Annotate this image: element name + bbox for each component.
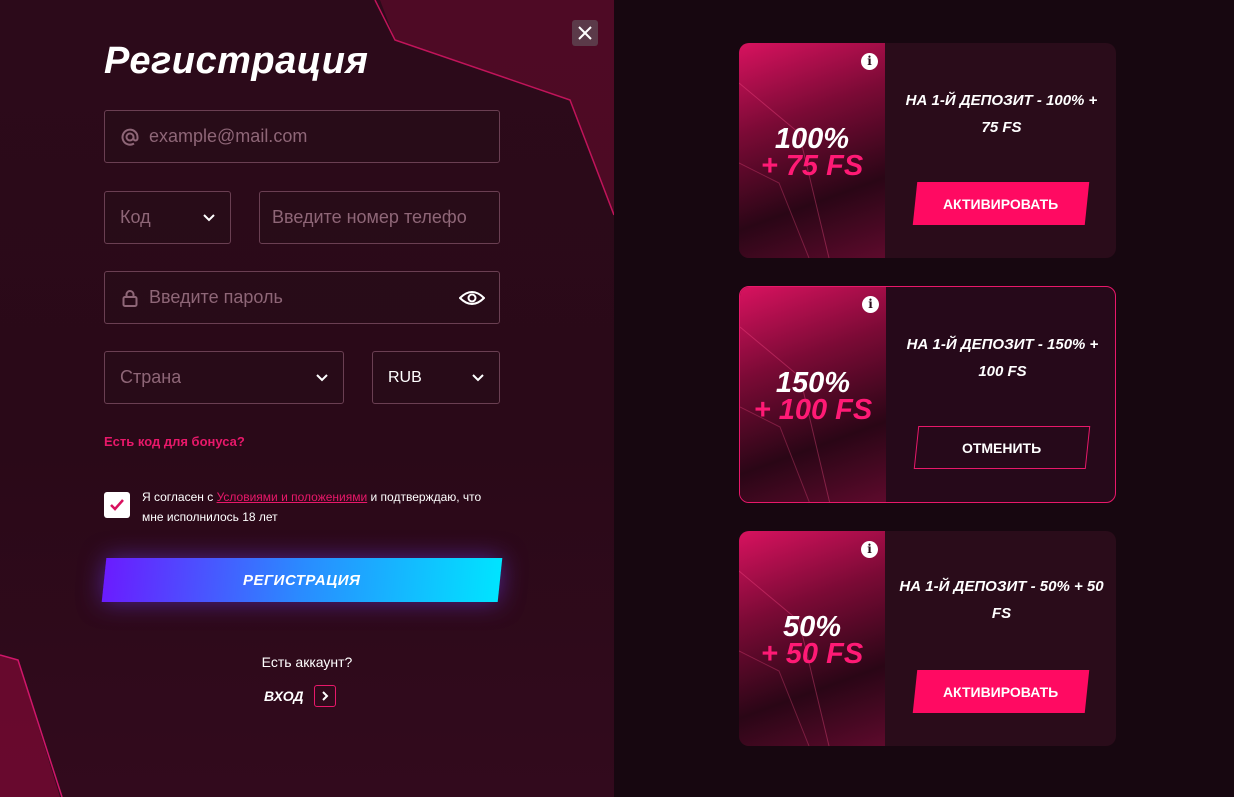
bonus-spins: + 100 FS bbox=[753, 394, 873, 426]
currency-select[interactable]: RUB bbox=[372, 351, 500, 404]
checkmark-icon bbox=[110, 499, 124, 511]
activate-button-label: АКТИВИРОВАТЬ bbox=[943, 683, 1059, 700]
at-icon bbox=[121, 128, 139, 146]
bonus-spins: + 75 FS bbox=[760, 150, 864, 182]
bonus-percent: 50% bbox=[782, 611, 842, 643]
phone-placeholder: Введите номер телефо bbox=[272, 207, 467, 227]
terms-prefix: Я согласен с bbox=[142, 490, 217, 504]
activate-button[interactable]: АКТИВИРОВАТЬ bbox=[912, 670, 1090, 713]
chevron-right-icon bbox=[321, 691, 328, 701]
page-title: Регистрация bbox=[104, 40, 369, 82]
bonus-card-selected[interactable]: i 150% + 100 FS НА 1-Й ДЕПОЗИТ - 150% + … bbox=[739, 286, 1116, 503]
password-field[interactable]: Введите пароль bbox=[104, 271, 500, 324]
bonus-description: НА 1-Й ДЕПОЗИТ - 50% + 50 FS bbox=[899, 578, 1104, 622]
login-link[interactable]: ВХОД bbox=[264, 685, 336, 707]
terms-checkbox[interactable] bbox=[104, 492, 130, 518]
terms-link[interactable]: Условиями и положениями bbox=[217, 490, 368, 504]
currency-value: RUB bbox=[388, 368, 422, 386]
login-arrow-button[interactable] bbox=[313, 685, 336, 707]
info-icon[interactable]: i bbox=[861, 53, 878, 70]
cancel-button-label: ОТМЕНИТЬ bbox=[962, 439, 1042, 456]
country-select[interactable]: Страна bbox=[104, 351, 344, 404]
bonus-spins: + 50 FS bbox=[760, 638, 864, 670]
info-icon[interactable]: i bbox=[862, 296, 879, 313]
bonus-card[interactable]: i 100% + 75 FS НА 1-Й ДЕПОЗИТ - 100% + 7… bbox=[739, 43, 1116, 258]
activate-button[interactable]: АКТИВИРОВАТЬ bbox=[912, 182, 1090, 225]
chevron-down-icon bbox=[203, 213, 215, 221]
lock-icon bbox=[122, 289, 138, 307]
bonus-percent: 100% bbox=[774, 123, 850, 155]
password-placeholder: Введите пароль bbox=[149, 287, 283, 307]
login-label[interactable]: ВХОД bbox=[264, 688, 304, 704]
have-account-text: Есть аккаунт? bbox=[261, 654, 353, 670]
cancel-button[interactable]: ОТМЕНИТЬ bbox=[913, 426, 1091, 469]
close-button[interactable] bbox=[572, 20, 598, 46]
chevron-down-icon bbox=[472, 373, 484, 381]
email-placeholder: example@mail.com bbox=[149, 126, 308, 146]
bonus-card[interactable]: i 50% + 50 FS НА 1-Й ДЕПОЗИТ - 50% + 50 … bbox=[739, 531, 1116, 746]
registration-panel: Регистрация example@mail.com Код Введите… bbox=[0, 0, 614, 797]
info-icon[interactable]: i bbox=[861, 541, 878, 558]
bonus-description: НА 1-Й ДЕПОЗИТ - 150% + 100 FS bbox=[906, 336, 1099, 380]
phone-field[interactable]: Введите номер телефо bbox=[259, 191, 500, 244]
chevron-down-icon bbox=[316, 373, 328, 381]
register-button[interactable]: РЕГИСТРАЦИЯ bbox=[101, 558, 503, 602]
terms-text: Я согласен с Условиями и положениями и п… bbox=[142, 487, 502, 527]
bonus-description: НА 1-Й ДЕПОЗИТ - 100% + 75 FS bbox=[905, 92, 1098, 136]
email-field[interactable]: example@mail.com bbox=[104, 110, 500, 163]
close-icon bbox=[578, 26, 592, 40]
bonus-percent: 150% bbox=[775, 367, 851, 399]
eye-icon[interactable] bbox=[459, 289, 485, 307]
country-placeholder: Страна bbox=[120, 367, 182, 387]
phone-code-placeholder: Код bbox=[120, 207, 151, 227]
register-button-label: РЕГИСТРАЦИЯ bbox=[243, 571, 361, 589]
phone-code-select[interactable]: Код bbox=[104, 191, 231, 244]
bonus-code-link[interactable]: Есть код для бонуса? bbox=[104, 434, 245, 449]
activate-button-label: АКТИВИРОВАТЬ bbox=[943, 195, 1059, 212]
